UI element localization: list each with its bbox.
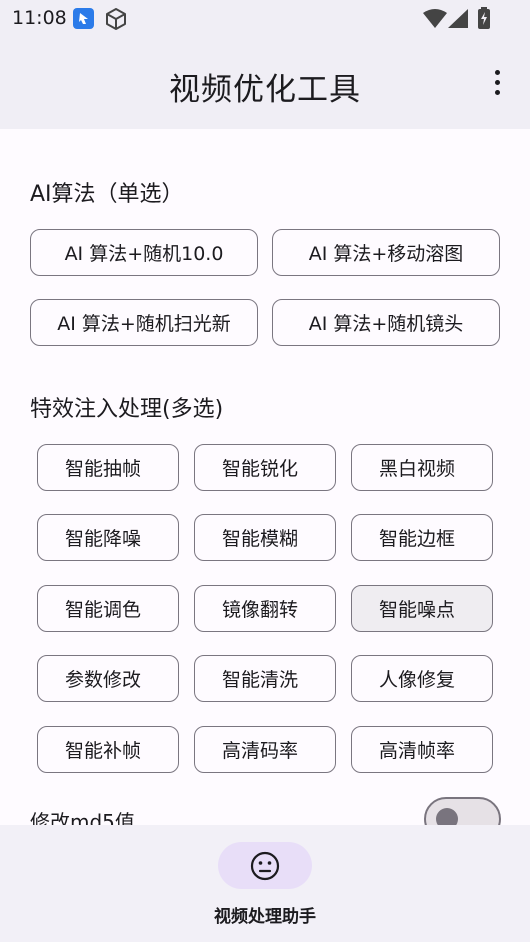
toggle-knob bbox=[436, 808, 458, 825]
app-notification-icon bbox=[73, 8, 94, 29]
algo-section-title: AI算法（单选） bbox=[30, 182, 184, 207]
effects-section-title: 特效注入处理(多选) bbox=[30, 397, 224, 422]
effect-chip-sharpen[interactable]: 智能锐化 bbox=[194, 444, 336, 491]
effect-chip-blur[interactable]: 智能模糊 bbox=[194, 514, 336, 561]
status-time: 11:08 bbox=[12, 7, 67, 29]
neutral-face-icon bbox=[250, 851, 280, 881]
algo-chip-random-scan[interactable]: AI 算法+随机扫光新 bbox=[30, 299, 258, 346]
page-title: 视频优化工具 bbox=[169, 72, 361, 108]
app-bar: 视频优化工具 bbox=[0, 36, 530, 129]
effect-chip-hd-bitrate[interactable]: 高清码率 bbox=[194, 726, 336, 773]
effect-chip-denoise[interactable]: 智能降噪 bbox=[37, 514, 179, 561]
effect-chip-border[interactable]: 智能边框 bbox=[351, 514, 493, 561]
bottom-navigation: 视频处理助手 bbox=[0, 825, 530, 942]
algo-chip-random-10[interactable]: AI 算法+随机10.0 bbox=[30, 229, 258, 276]
effect-chip-mirror-flip[interactable]: 镜像翻转 bbox=[194, 585, 336, 632]
main-content[interactable]: AI算法（单选） AI 算法+随机10.0 AI 算法+移动溶图 AI 算法+随… bbox=[0, 129, 530, 825]
status-bar: 11:08 bbox=[0, 0, 530, 36]
effect-chip-clean[interactable]: 智能清洗 bbox=[194, 655, 336, 702]
more-options-button[interactable] bbox=[484, 66, 512, 100]
effect-chip-hd-framerate[interactable]: 高清帧率 bbox=[351, 726, 493, 773]
more-dot-icon bbox=[495, 90, 500, 95]
effect-chip-frame-interp[interactable]: 智能补帧 bbox=[37, 726, 179, 773]
more-dot-icon bbox=[495, 70, 500, 75]
nav-item-video-assistant[interactable] bbox=[218, 842, 312, 889]
signal-icon bbox=[448, 9, 468, 28]
effect-chip-color-grade[interactable]: 智能调色 bbox=[37, 585, 179, 632]
battery-charging-icon bbox=[478, 7, 490, 29]
cube-icon bbox=[106, 8, 126, 30]
more-dot-icon bbox=[495, 80, 500, 85]
md5-toggle-switch[interactable] bbox=[424, 797, 501, 825]
effect-chip-param-edit[interactable]: 参数修改 bbox=[37, 655, 179, 702]
nav-item-label[interactable]: 视频处理助手 bbox=[0, 902, 530, 927]
md5-toggle-label: 修改md5值 bbox=[30, 810, 135, 825]
effect-chip-black-white[interactable]: 黑白视频 bbox=[351, 444, 493, 491]
wifi-icon bbox=[423, 9, 447, 28]
algo-chip-move-blend[interactable]: AI 算法+移动溶图 bbox=[272, 229, 500, 276]
algo-chip-random-lens[interactable]: AI 算法+随机镜头 bbox=[272, 299, 500, 346]
effect-chip-frame-extract[interactable]: 智能抽帧 bbox=[37, 444, 179, 491]
effect-chip-portrait-repair[interactable]: 人像修复 bbox=[351, 655, 493, 702]
effect-chip-noise[interactable]: 智能噪点 bbox=[351, 585, 493, 632]
